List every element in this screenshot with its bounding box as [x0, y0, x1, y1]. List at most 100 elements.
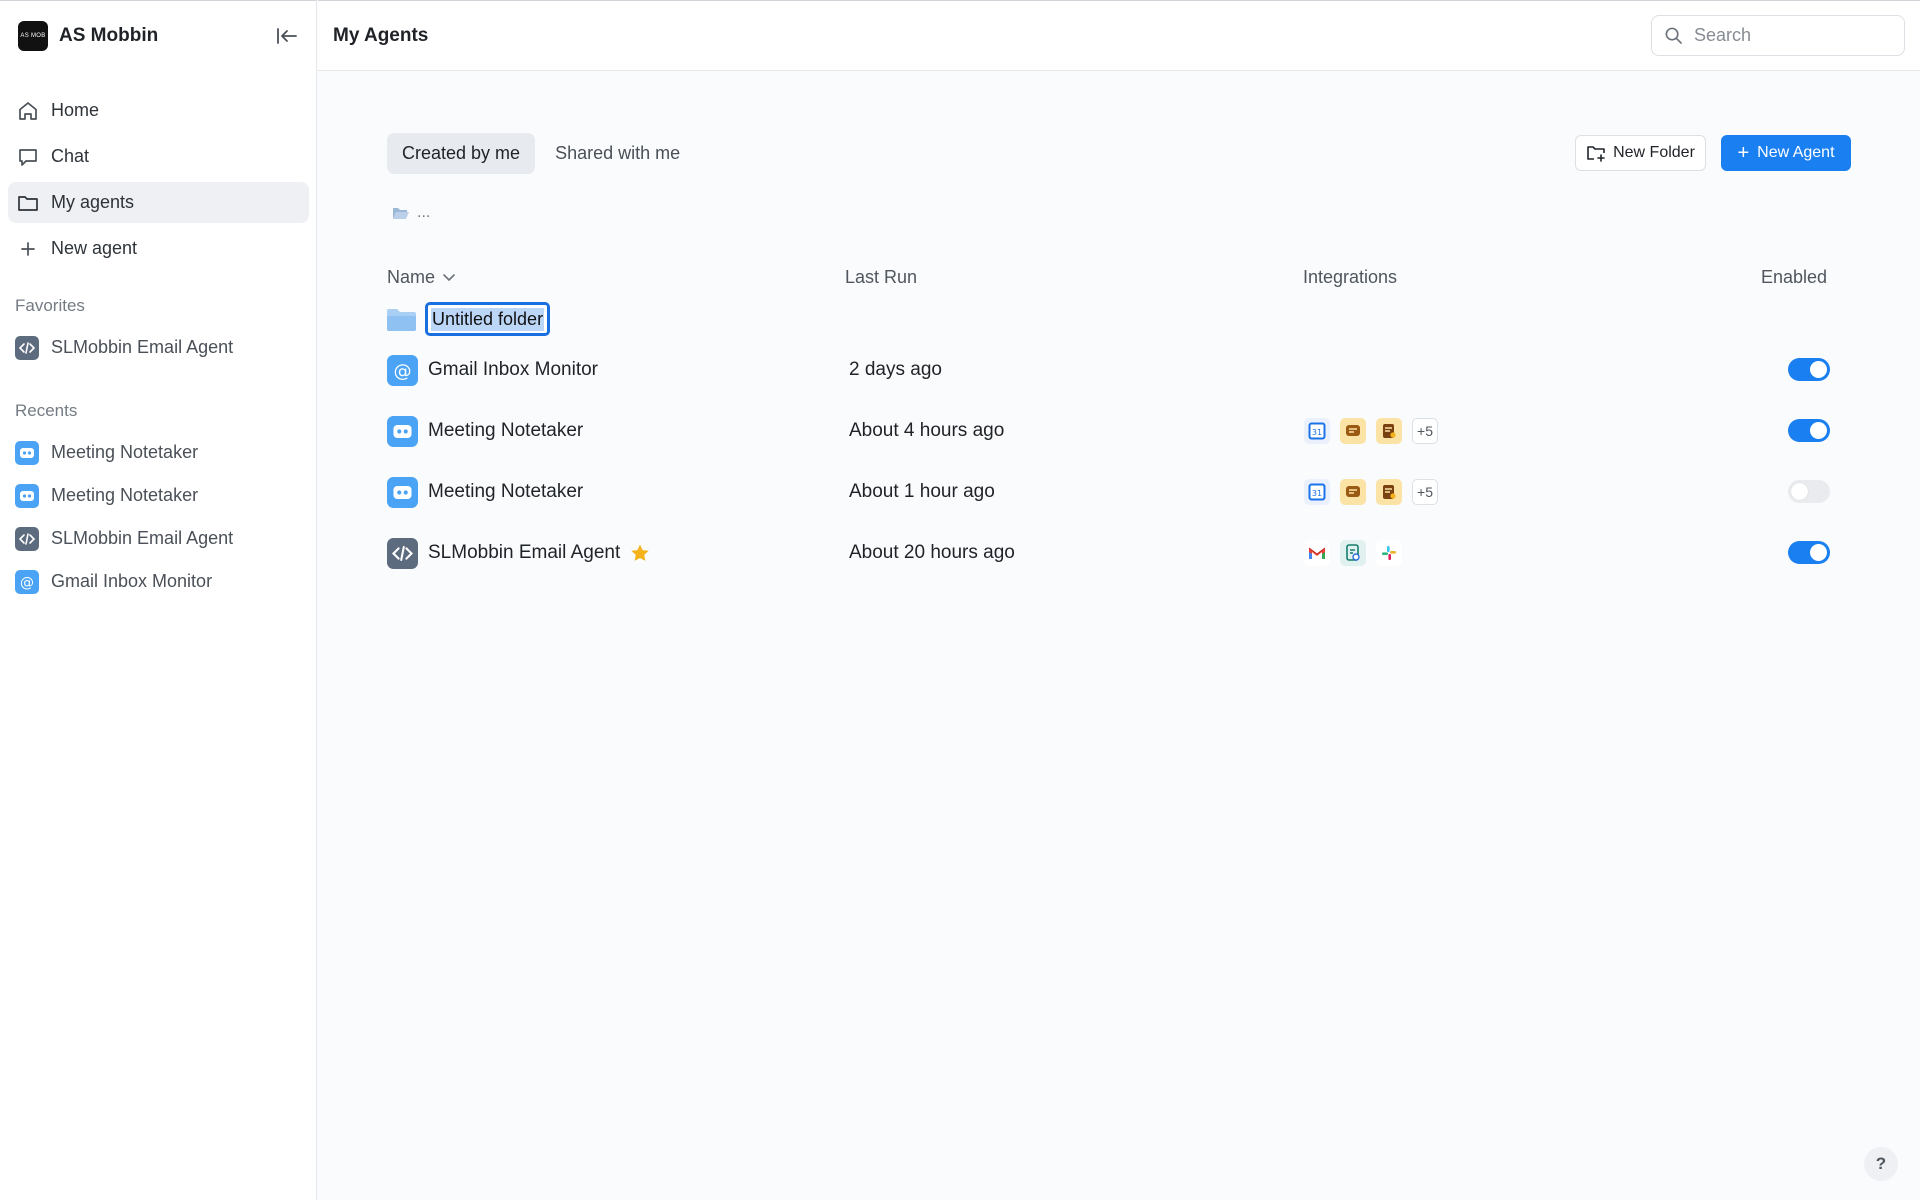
svg-text:31: 31 — [1312, 489, 1322, 498]
folder-plus-icon — [1586, 144, 1606, 162]
collapse-left-icon — [277, 28, 297, 44]
breadcrumb-text: ... — [417, 204, 431, 221]
nav-new-agent-label: New agent — [51, 238, 138, 258]
recent-item[interactable]: SLMobbin Email Agent — [15, 517, 305, 560]
agent-name-cell: @ Gmail Inbox Monitor — [387, 345, 598, 395]
recent-item-label: SLMobbin Email Agent — [51, 528, 234, 548]
nav-home[interactable]: Home — [8, 90, 309, 131]
bot-icon — [15, 483, 39, 508]
favorite-item-label: SLMobbin Email Agent — [51, 337, 234, 357]
slack-icon[interactable] — [1376, 540, 1402, 566]
enabled-toggle[interactable] — [1788, 480, 1830, 503]
table-row[interactable]: Meeting Notetaker About 4 hours ago 31 +… — [387, 406, 1832, 456]
more-integrations-badge[interactable]: +5 — [1412, 418, 1438, 444]
column-header-name[interactable]: Name — [387, 267, 455, 288]
column-header-integrations: Integrations — [1303, 267, 1398, 287]
recent-item[interactable]: Meeting Notetaker — [15, 431, 305, 474]
new-folder-label: New Folder — [1613, 144, 1695, 161]
nav-my-agents[interactable]: My agents — [8, 182, 309, 223]
nav-my-agents-label: My agents — [51, 192, 135, 212]
help-button[interactable]: ? — [1864, 1147, 1898, 1181]
search-input[interactable] — [1694, 25, 1894, 46]
favorites-list: SLMobbin Email Agent — [15, 326, 305, 369]
last-run: About 4 hours ago — [849, 420, 1005, 441]
notes-app-icon[interactable] — [1376, 479, 1402, 505]
favorite-item[interactable]: SLMobbin Email Agent — [15, 326, 305, 369]
page-title: My Agents — [333, 25, 429, 46]
recent-item[interactable]: Meeting Notetaker — [15, 474, 305, 517]
google-calendar-icon[interactable]: 31 — [1304, 418, 1330, 444]
integrations-cell: 31 +5 — [1304, 406, 1438, 456]
integrations-cell: 31 +5 — [1304, 467, 1438, 517]
folder-icon — [16, 191, 40, 215]
toggle-knob — [1810, 422, 1827, 439]
enabled-toggle[interactable] — [1788, 419, 1830, 442]
code-icon — [15, 526, 39, 551]
search-icon — [1665, 27, 1682, 44]
agent-name-cell: Meeting Notetaker — [387, 406, 583, 456]
code-icon — [387, 537, 418, 569]
recent-item-label: Meeting Notetaker — [51, 485, 199, 505]
plus-icon: + — [1737, 142, 1750, 164]
table-row[interactable]: Meeting Notetaker About 1 hour ago 31 +5 — [387, 467, 1832, 517]
code-icon — [15, 335, 39, 360]
table-row[interactable]: @ Gmail Inbox Monitor 2 days ago — [387, 345, 1832, 395]
bot-icon — [387, 415, 418, 447]
gmail-icon[interactable] — [1304, 540, 1330, 566]
nav-chat[interactable]: Chat — [8, 136, 309, 177]
top-bar: My Agents — [318, 0, 1920, 71]
chat-app-icon[interactable] — [1340, 479, 1366, 505]
new-agent-button[interactable]: + New Agent — [1721, 135, 1851, 171]
tab-shared-with-me[interactable]: Shared with me — [540, 133, 695, 174]
last-run: About 20 hours ago — [849, 542, 1015, 563]
folder-name-input[interactable]: Untitled folder — [425, 302, 551, 336]
recent-item-label: Meeting Notetaker — [51, 442, 199, 462]
folder-icon — [387, 308, 416, 331]
sidebar: AS MOB AS Mobbin Home Chat My agents New… — [0, 0, 317, 1200]
home-icon — [16, 99, 40, 123]
favorite-star-icon[interactable] — [630, 543, 650, 563]
workspace-switcher[interactable]: AS MOB AS Mobbin — [18, 21, 158, 51]
nav-chat-label: Chat — [51, 146, 90, 166]
nav-new-agent[interactable]: New agent — [8, 228, 309, 269]
more-integrations-badge[interactable]: +5 — [1412, 479, 1438, 505]
last-run: About 1 hour ago — [849, 481, 995, 502]
integrations-cell — [1304, 528, 1412, 578]
main-nav: Home Chat My agents New agent — [8, 90, 309, 274]
toggle-knob — [1791, 483, 1808, 500]
agent-name: SLMobbin Email Agent — [428, 542, 621, 563]
agent-name-cell: SLMobbin Email Agent — [387, 528, 650, 578]
recents-list: Meeting Notetaker Meeting Notetaker SLMo… — [15, 431, 305, 603]
new-agent-label: New Agent — [1757, 144, 1835, 161]
folder-row[interactable]: Untitled folder — [387, 301, 551, 337]
recents-heading: Recents — [15, 401, 78, 420]
google-calendar-icon[interactable]: 31 — [1304, 479, 1330, 505]
agent-name: Meeting Notetaker — [428, 420, 584, 441]
column-name-label: Name — [387, 267, 436, 287]
workspace-logo: AS MOB — [18, 21, 48, 51]
svg-text:31: 31 — [1312, 428, 1322, 437]
recent-item[interactable]: @ Gmail Inbox Monitor — [15, 560, 305, 603]
column-header-enabled: Enabled — [1761, 267, 1828, 287]
nav-home-label: Home — [51, 100, 100, 120]
sheets-icon[interactable] — [1340, 540, 1366, 566]
tab-created-by-me[interactable]: Created by me — [387, 133, 536, 174]
recent-item-label: Gmail Inbox Monitor — [51, 571, 213, 591]
breadcrumb[interactable]: ... — [392, 204, 430, 222]
collapse-sidebar-button[interactable] — [274, 23, 300, 49]
at-icon: @ — [15, 569, 39, 594]
open-folder-icon — [392, 206, 410, 220]
svg-text:@: @ — [20, 575, 34, 591]
chat-app-icon[interactable] — [1340, 418, 1366, 444]
enabled-toggle[interactable] — [1788, 541, 1830, 564]
table-row[interactable]: SLMobbin Email Agent About 20 hours ago — [387, 528, 1832, 578]
enabled-toggle[interactable] — [1788, 358, 1830, 381]
bot-icon — [15, 440, 39, 465]
new-folder-button[interactable]: New Folder — [1575, 135, 1706, 171]
search-box[interactable] — [1651, 15, 1905, 56]
notes-app-icon[interactable] — [1376, 418, 1402, 444]
toggle-knob — [1810, 544, 1827, 561]
bot-icon — [387, 476, 418, 508]
last-run: 2 days ago — [849, 359, 942, 380]
column-header-last-run: Last Run — [845, 267, 918, 287]
